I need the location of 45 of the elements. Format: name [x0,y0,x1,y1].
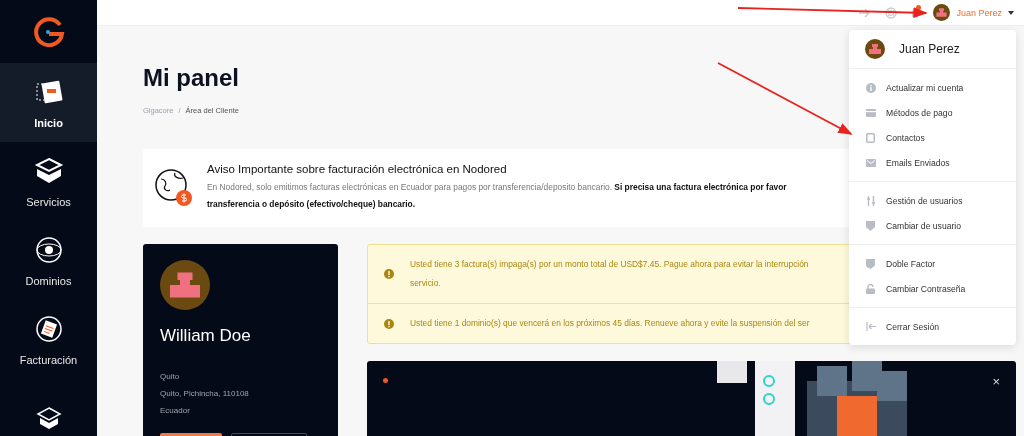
menu-item[interactable]: Doble Factor [849,251,1016,276]
menu-item[interactable]: Cerrar Sesión [849,314,1016,339]
avatar-icon [933,4,951,21]
globe-icon [33,234,64,265]
menu-item[interactable]: Contactos [849,125,1016,150]
arrow-icon[interactable] [859,7,872,18]
warning-icon [384,318,394,329]
nav-item[interactable]: Dominios [0,221,97,300]
info-icon [866,82,876,93]
page-title: Mi panel [143,64,239,92]
nav-item[interactable]: Servicios [0,142,97,221]
contact-icon [866,132,875,143]
profile-name: William Doe [160,326,252,346]
invoice-icon [33,313,64,344]
sliders-icon [866,195,876,206]
nav-item[interactable]: Facturación [0,300,97,379]
globe-coin-icon [153,167,195,209]
caret-icon [1008,10,1014,15]
nav-item[interactable]: Inicio [0,63,97,142]
lock-icon [866,283,875,294]
menu-item[interactable]: Actualizar mi cuenta [849,75,1016,100]
mail-icon [866,158,876,167]
logout-icon [866,322,876,331]
card-icon [866,108,876,117]
menu-item[interactable]: Métodos de pago [849,100,1016,125]
profile-address: Quito Quito, Pichincha, 110108 Ecuador [160,371,250,417]
shield-icon [866,220,875,231]
menu-item[interactable]: Cambiar Contraseña [849,276,1016,301]
banner-dot [383,378,388,383]
box-icon [33,155,64,186]
menu-user-name: Juan Perez [899,42,960,56]
notice-title: Aviso Importante sobre facturación electrónica en Nodored [207,163,507,175]
menu-item[interactable]: Emails Enviados [849,150,1016,175]
alert-text: Usted tiene 1 dominio(s) que vencerá en los próximos 45 días. Renueve ahora y evite la suspensión del ser [410,317,810,330]
avatar-icon [865,39,885,59]
alert-text: Usted tiene 3 factura(s) impaga(s) por un monto total de USD$7.45. Pague ahora para evitar la interrupción servicio. [410,258,809,290]
shield-icon [866,258,875,269]
menu-item[interactable]: Cambiar de usuario [849,213,1016,238]
lifebuoy-icon[interactable] [885,6,898,19]
warning-icon [384,269,394,279]
logo-icon[interactable] [31,14,66,49]
notice-text: En Nodored, solo emitimos facturas electrónicas en Ecuador para pagos por transferencia/deposito bancario. Si precisa una factura electrónica por favor transferencia o depósito (efectivo/cheque) bancario. [207,181,787,211]
menu-item[interactable]: Gestión de usuarios [849,188,1016,213]
close-button[interactable]: × [992,375,1000,388]
avatar-icon [160,260,210,310]
